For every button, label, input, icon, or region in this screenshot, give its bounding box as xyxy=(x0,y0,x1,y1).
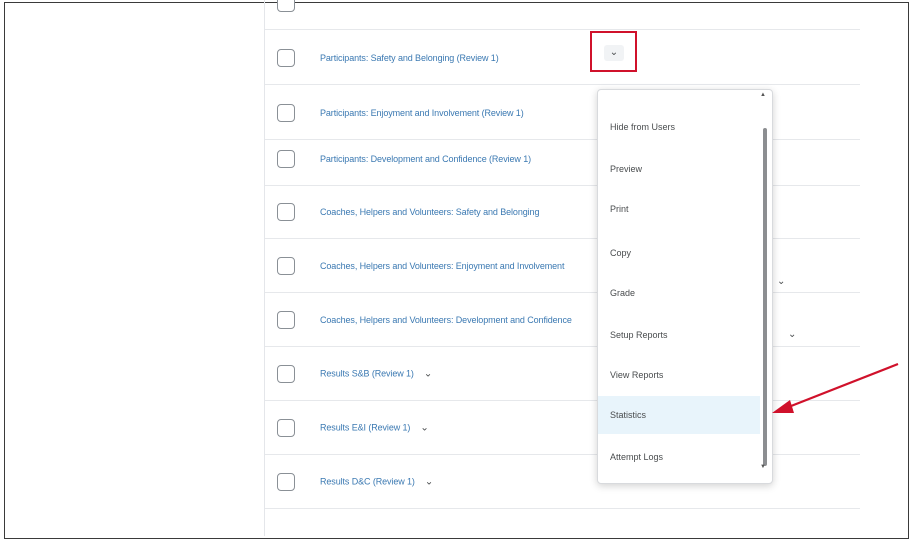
annotation-arrow xyxy=(772,362,899,413)
